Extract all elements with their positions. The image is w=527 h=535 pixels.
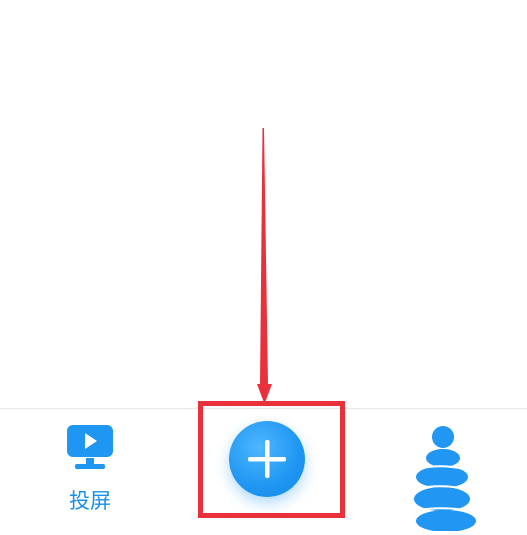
tab-cast-screen[interactable]: 投屏	[55, 421, 125, 513]
add-button[interactable]	[229, 421, 305, 497]
content-area	[0, 0, 527, 408]
cast-screen-icon	[65, 423, 115, 473]
plus-icon	[248, 440, 286, 478]
tab-profile[interactable]	[412, 421, 492, 532]
tab-cast-label: 投屏	[69, 489, 111, 513]
profile-avatar-icon	[414, 426, 476, 532]
bottom-tab-bar: 投屏	[0, 408, 527, 532]
